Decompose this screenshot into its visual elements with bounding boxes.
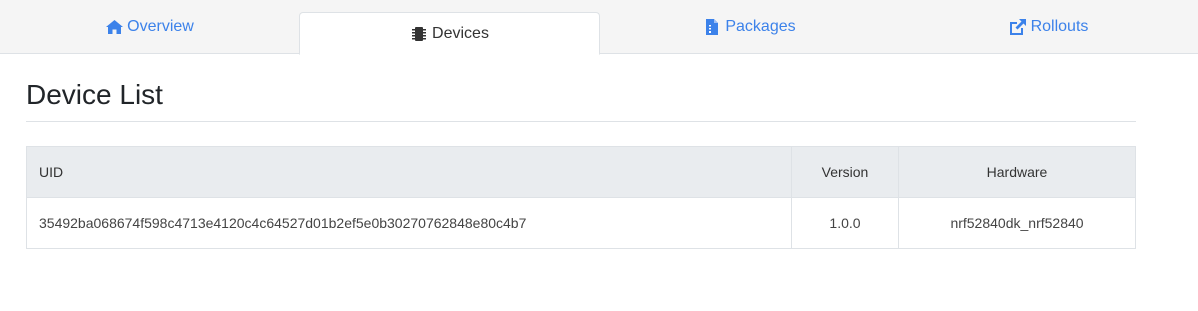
tab-overview-label: Overview [127,18,194,35]
chip-icon [410,25,428,43]
device-version-cell: 1.0.0 [791,197,899,249]
column-header-uid: UID [26,146,792,198]
tab-overview[interactable]: Overview [0,0,299,54]
main-content: Device List UID Version Hardware 35492ba… [26,54,1136,249]
page-title: Device List [26,78,1136,122]
tab-rollouts-label: Rollouts [1030,18,1089,35]
nav-tabs: Overview Devices Packages Rollouts [0,0,1198,55]
column-header-version: Version [791,146,899,198]
column-header-hardware: Hardware [898,146,1136,198]
device-uid-cell: 35492ba068674f598c4713e4120c4c64527d01b2… [26,197,792,249]
device-table: UID Version Hardware 35492ba068674f598c4… [26,146,1136,249]
tab-devices-label: Devices [432,24,489,42]
home-icon [105,18,123,36]
tab-packages-label: Packages [725,18,796,35]
file-icon [703,18,721,36]
table-row[interactable]: 35492ba068674f598c4713e4120c4c64527d01b2… [26,197,1136,249]
device-hardware-cell: nrf52840dk_nrf52840 [898,197,1136,249]
tab-devices[interactable]: Devices [299,12,600,55]
table-header-row: UID Version Hardware [26,146,1136,198]
tab-rollouts[interactable]: Rollouts [899,0,1198,54]
external-link-icon [1009,18,1027,36]
tab-packages[interactable]: Packages [600,0,899,54]
